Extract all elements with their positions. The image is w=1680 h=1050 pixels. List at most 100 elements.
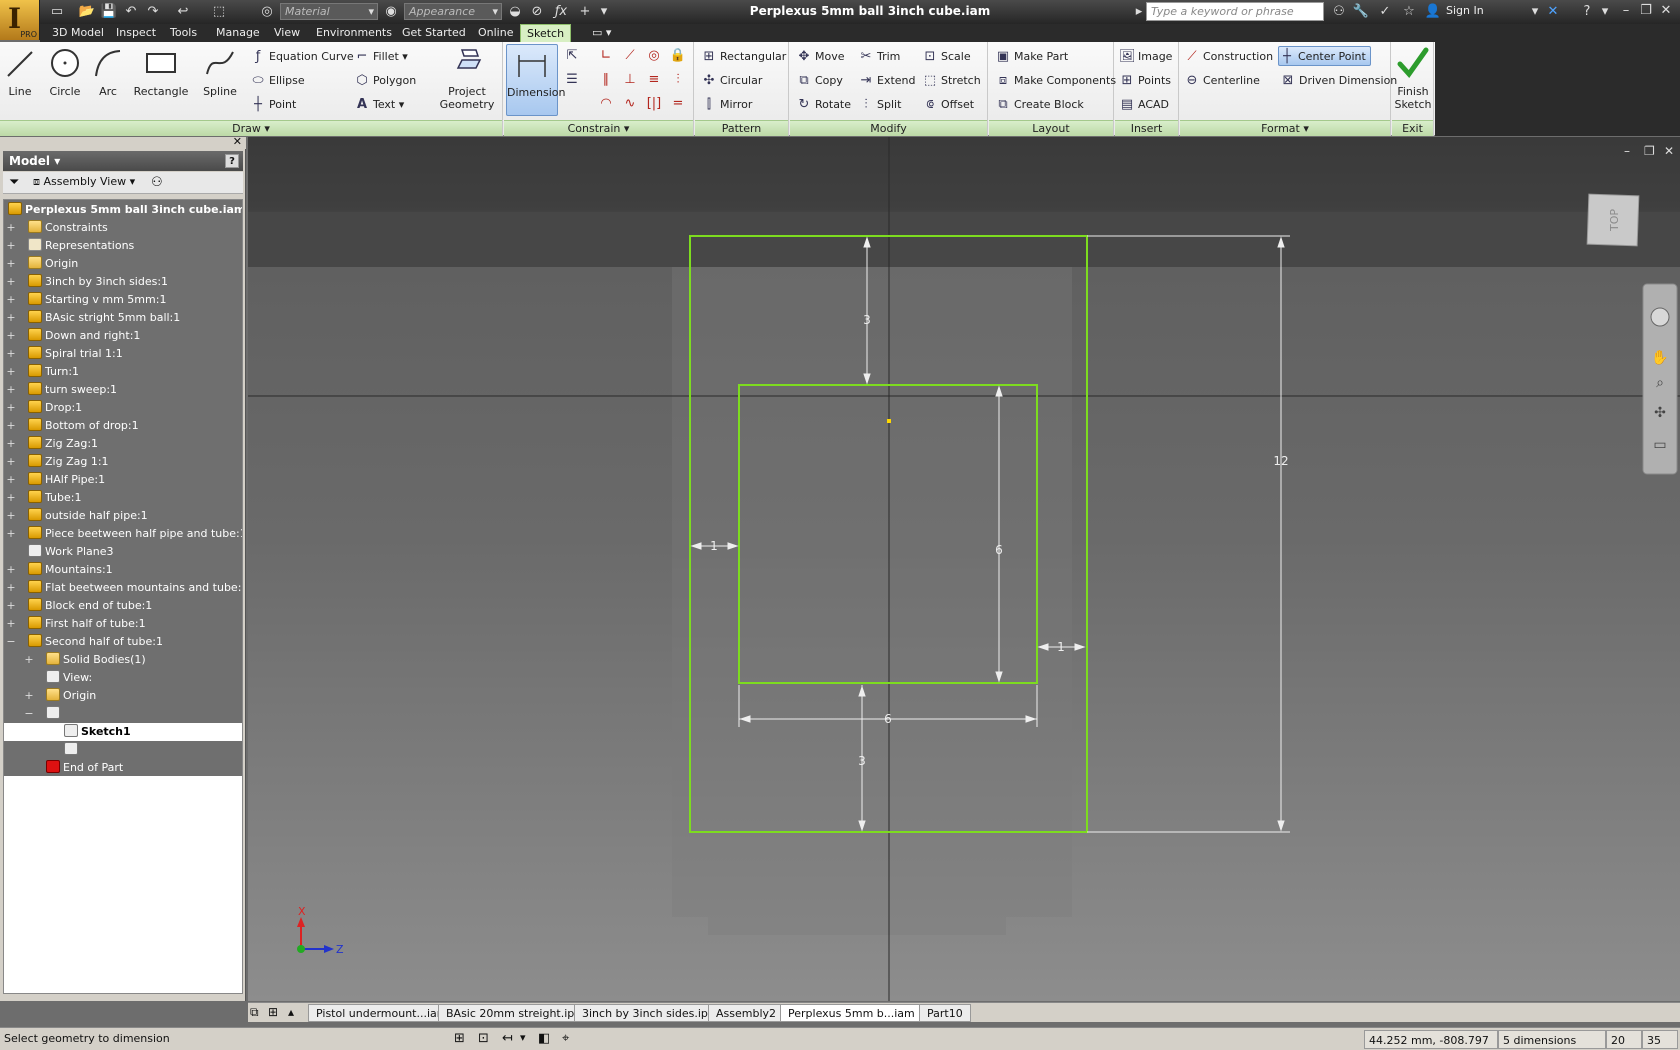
tab-online[interactable]: Online xyxy=(472,24,519,42)
signin-chevron-icon[interactable]: ▾ xyxy=(1526,3,1544,21)
tab-inspect[interactable]: Inspect xyxy=(110,24,162,42)
doc-tab-3inch-sides[interactable]: 3inch by 3inch sides.ipt xyxy=(574,1004,721,1022)
tab-sketch[interactable]: Sketch xyxy=(520,24,572,42)
tree-expand-icon[interactable]: + xyxy=(24,687,34,705)
tree-expand-icon[interactable]: + xyxy=(6,399,16,417)
tile-windows-icon[interactable]: ⊞ xyxy=(268,1005,278,1019)
exchange-x-icon[interactable]: ✕ xyxy=(1544,3,1562,21)
doc-tab-part10[interactable]: Part10 xyxy=(919,1004,971,1022)
material-dropdown[interactable]: Material xyxy=(280,3,378,20)
constrain-panel-title[interactable]: Constrain ▾ xyxy=(504,120,693,136)
dim-inner-width-value[interactable]: 6 xyxy=(884,712,892,726)
tree-node[interactable]: Perplexus 5mm ball 3inch cube.iam xyxy=(8,201,242,219)
restore-icon[interactable]: ❐ xyxy=(1638,2,1654,20)
orbit-icon[interactable]: ✣ xyxy=(1654,405,1666,421)
open-documents-icon[interactable]: ▴ xyxy=(288,1005,294,1019)
tree-node-sketch-icon[interactable] xyxy=(64,741,81,759)
help-chevron-icon[interactable]: ▾ xyxy=(1596,3,1614,21)
graphics-viewport[interactable]: 3 3 1 1 6 6 12 TOP ✋ ⌕ ✣ ▭ – ❐ ✕ X Z xyxy=(248,137,1680,1001)
browser-help-icon[interactable]: ? xyxy=(225,154,239,168)
tree-node[interactable]: + BAsic stright 5mm ball:1 xyxy=(6,309,180,327)
undo-icon[interactable]: ↶ xyxy=(122,3,140,21)
tab-environments[interactable]: Environments xyxy=(310,24,398,42)
filter-icon[interactable]: ⏷ xyxy=(9,175,19,190)
smooth-constraint-icon[interactable]: ∿ xyxy=(620,94,640,114)
tree-node[interactable]: + Starting v mm 5mm:1 xyxy=(6,291,166,309)
tree-node[interactable]: + Zig Zag 1:1 xyxy=(6,453,109,471)
tree-expand-icon[interactable]: + xyxy=(6,615,16,633)
polygon-button[interactable]: ⬡ Polygon xyxy=(354,71,416,91)
tree-expand-icon[interactable]: + xyxy=(6,507,16,525)
create-block-button[interactable]: ⧉ Create Block xyxy=(995,95,1083,115)
tree-expand-icon[interactable]: + xyxy=(24,651,34,669)
vertical-constraint-icon[interactable]: ⫶ xyxy=(668,70,688,90)
auto-dimension-icon[interactable]: ⇱ xyxy=(562,46,582,66)
favorites-star-icon[interactable]: ☆ xyxy=(1400,3,1418,21)
new-file-icon[interactable]: ▭ xyxy=(48,3,66,21)
points-button[interactable]: ⊞ Points xyxy=(1119,71,1172,91)
tree-node[interactable]: + Origin xyxy=(24,687,96,705)
constraint-inference-icon[interactable]: ⊡ xyxy=(478,1031,489,1046)
dim-left-gap-value[interactable]: 1 xyxy=(710,539,718,553)
acad-button[interactable]: ▤ ACAD xyxy=(1119,95,1169,115)
application-menu-button[interactable]: I PRO xyxy=(0,0,40,40)
tree-node-feature[interactable]: − xyxy=(24,705,63,723)
move-button[interactable]: ✥ Move xyxy=(796,47,845,67)
finish-sketch-button[interactable]: Finish Sketch xyxy=(1392,44,1434,111)
project-geometry-button[interactable]: Project Geometry xyxy=(436,44,498,111)
tree-expand-icon[interactable]: − xyxy=(24,705,34,723)
centerline-button[interactable]: ⊖ Centerline xyxy=(1184,71,1260,91)
customize-chevron-icon[interactable]: ▾ xyxy=(598,3,610,21)
tree-node[interactable]: End of Part xyxy=(46,759,123,777)
tree-node[interactable]: + Bottom of drop:1 xyxy=(6,417,139,435)
search-input[interactable]: Type a keyword or phrase xyxy=(1146,2,1324,21)
dimension-display-icon[interactable]: ↤ xyxy=(502,1031,513,1046)
tree-expand-icon[interactable]: + xyxy=(6,273,16,291)
pan-hand-icon[interactable]: ✋ xyxy=(1651,349,1668,366)
rectangle-tool-button[interactable]: Rectangle xyxy=(132,44,190,98)
viewport-restore-icon[interactable]: ❐ xyxy=(1644,144,1655,158)
sketch-center-point[interactable] xyxy=(887,419,891,423)
tree-node[interactable]: +3inch by 3inch sides:1 xyxy=(6,273,168,291)
collinear-constraint-icon[interactable]: ⟋ xyxy=(620,46,640,66)
doc-tab-perplexus[interactable]: Perplexus 5mm b...iam ⊠ xyxy=(780,1004,936,1022)
fillet-button[interactable]: ⌐ Fillet ▾ xyxy=(354,47,408,67)
ribbon-options-icon[interactable]: ▭ ▾ xyxy=(586,24,617,42)
tree-node[interactable]: + Mountains:1 xyxy=(6,561,113,579)
tree-expand-icon[interactable]: + xyxy=(6,219,16,237)
draw-panel-title[interactable]: Draw ▾ xyxy=(0,120,502,136)
stretch-button[interactable]: ⬚ Stretch xyxy=(922,71,981,91)
tree-expand-icon[interactable]: + xyxy=(6,237,16,255)
viewport-minimize-icon[interactable]: – xyxy=(1624,144,1630,158)
mirror-button[interactable]: ⫿ Mirror xyxy=(701,95,753,115)
slice-graphics-icon[interactable]: ◧ xyxy=(538,1031,550,1046)
copy-button[interactable]: ⧉ Copy xyxy=(796,71,843,91)
circle-tool-button[interactable]: Circle xyxy=(44,44,86,98)
open-file-icon[interactable]: 📂 xyxy=(78,3,96,21)
cascade-windows-icon[interactable]: ⧉ xyxy=(250,1005,259,1020)
plus-icon[interactable]: + xyxy=(576,3,594,21)
select-filter-icon[interactable]: ⌖ xyxy=(562,1031,569,1046)
save-icon[interactable]: 💾 xyxy=(100,3,118,21)
perpendicular-constraint-icon[interactable]: ⊥ xyxy=(620,70,640,90)
status-chevron-icon[interactable]: ▾ xyxy=(520,1031,526,1044)
dim-bottom-gap-value[interactable]: 3 xyxy=(858,754,866,768)
tree-expand-icon[interactable]: + xyxy=(6,255,16,273)
concentric-constraint-icon[interactable]: ◎ xyxy=(644,46,664,66)
tree-expand-icon[interactable]: + xyxy=(6,579,16,597)
tree-node[interactable]: View: xyxy=(46,669,92,687)
tree-expand-icon[interactable]: + xyxy=(6,525,16,543)
show-constraints-icon[interactable]: ☰ xyxy=(562,70,582,90)
tree-node[interactable]: + Representations xyxy=(6,237,134,255)
tree-node[interactable]: + Flat beetween mountains and tube:1 xyxy=(6,579,242,597)
help-icon[interactable]: ? xyxy=(1578,3,1596,21)
equal-constraint-icon[interactable]: = xyxy=(668,94,688,114)
tree-expand-icon[interactable]: + xyxy=(6,471,16,489)
rectangular-pattern-button[interactable]: ⊞ Rectangular xyxy=(701,47,787,67)
tab-manage[interactable]: Manage xyxy=(210,24,266,42)
parallel-constraint-icon[interactable]: ∥ xyxy=(596,70,616,90)
circular-pattern-button[interactable]: ✣ Circular xyxy=(701,71,763,91)
tree-expand-icon[interactable]: + xyxy=(6,417,16,435)
tree-node[interactable]: Work Plane3 xyxy=(28,543,114,561)
viewport-close-icon[interactable]: ✕ xyxy=(1664,144,1674,158)
